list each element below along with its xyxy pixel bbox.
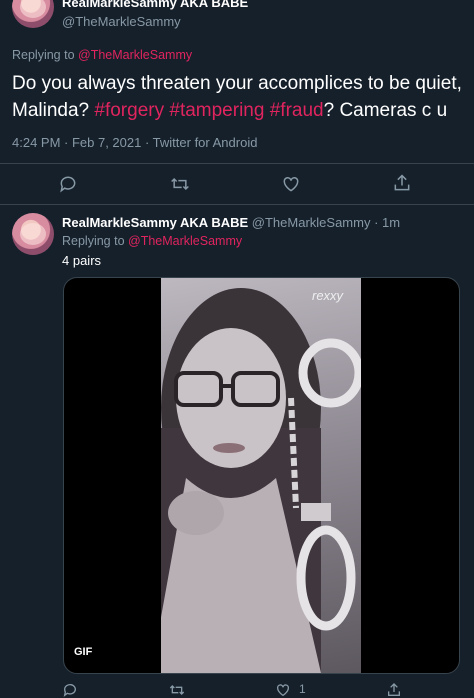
replying-to: Replying to @TheMarkleSammy	[12, 48, 192, 62]
retweet-button[interactable]	[168, 682, 186, 698]
share-button[interactable]	[392, 173, 412, 193]
like-icon	[283, 176, 299, 192]
divider	[0, 163, 474, 164]
avatar[interactable]	[12, 0, 54, 28]
replying-to-link[interactable]: @TheMarkleSammy	[128, 234, 242, 248]
tweet-text: Do you always threaten your accomplices …	[12, 70, 472, 124]
photo-shapes	[161, 288, 361, 673]
like-icon	[277, 684, 289, 697]
handle[interactable]: @TheMarkleSammy	[252, 215, 371, 230]
share-button[interactable]	[386, 682, 402, 698]
hashtag-link[interactable]: #fraud	[270, 100, 324, 121]
display-name[interactable]: RealMarkleSammy AKA BABE	[62, 0, 248, 10]
time-ago[interactable]: · 1m	[374, 215, 400, 230]
retweet-button[interactable]	[169, 174, 191, 194]
replying-to-link[interactable]: @TheMarkleSammy	[78, 48, 192, 62]
reply-icon	[63, 684, 76, 697]
display-name[interactable]: RealMarkleSammy AKA BABE	[62, 215, 248, 230]
avatar[interactable]	[12, 213, 54, 255]
hashtag-link[interactable]: #forgery	[94, 100, 164, 121]
watermark: rexxy	[312, 288, 344, 303]
like-button[interactable]	[281, 174, 301, 194]
replying-to: Replying to @TheMarkleSammy	[62, 234, 242, 248]
reply-button[interactable]	[58, 174, 78, 194]
retweet-icon	[171, 177, 189, 191]
handle[interactable]: @TheMarkleSammy	[62, 14, 181, 29]
reply-icon	[60, 176, 76, 193]
gif-badge: GIF	[74, 646, 93, 658]
reply-header: RealMarkleSammy AKA BABE @TheMarkleSammy…	[62, 215, 400, 230]
like-button[interactable]: 1	[275, 682, 306, 698]
reply-text: 4 pairs	[62, 253, 102, 268]
share-icon	[388, 683, 400, 696]
share-icon	[394, 174, 410, 191]
divider	[0, 204, 474, 205]
replying-prefix: Replying to	[12, 48, 79, 62]
replying-prefix: Replying to	[62, 234, 129, 248]
tweet-text-end: ? Cameras c u	[323, 100, 448, 121]
like-count: 1	[299, 682, 306, 696]
hashtag-link[interactable]: #tampering	[169, 100, 264, 121]
retweet-icon	[169, 685, 185, 695]
gif-image	[161, 278, 361, 673]
gif-media[interactable]: rexxy GIF	[63, 277, 460, 674]
tweet-timestamp[interactable]: 4:24 PM · Feb 7, 2021 · Twitter for Andr…	[12, 135, 257, 150]
reply-button[interactable]	[62, 682, 78, 698]
